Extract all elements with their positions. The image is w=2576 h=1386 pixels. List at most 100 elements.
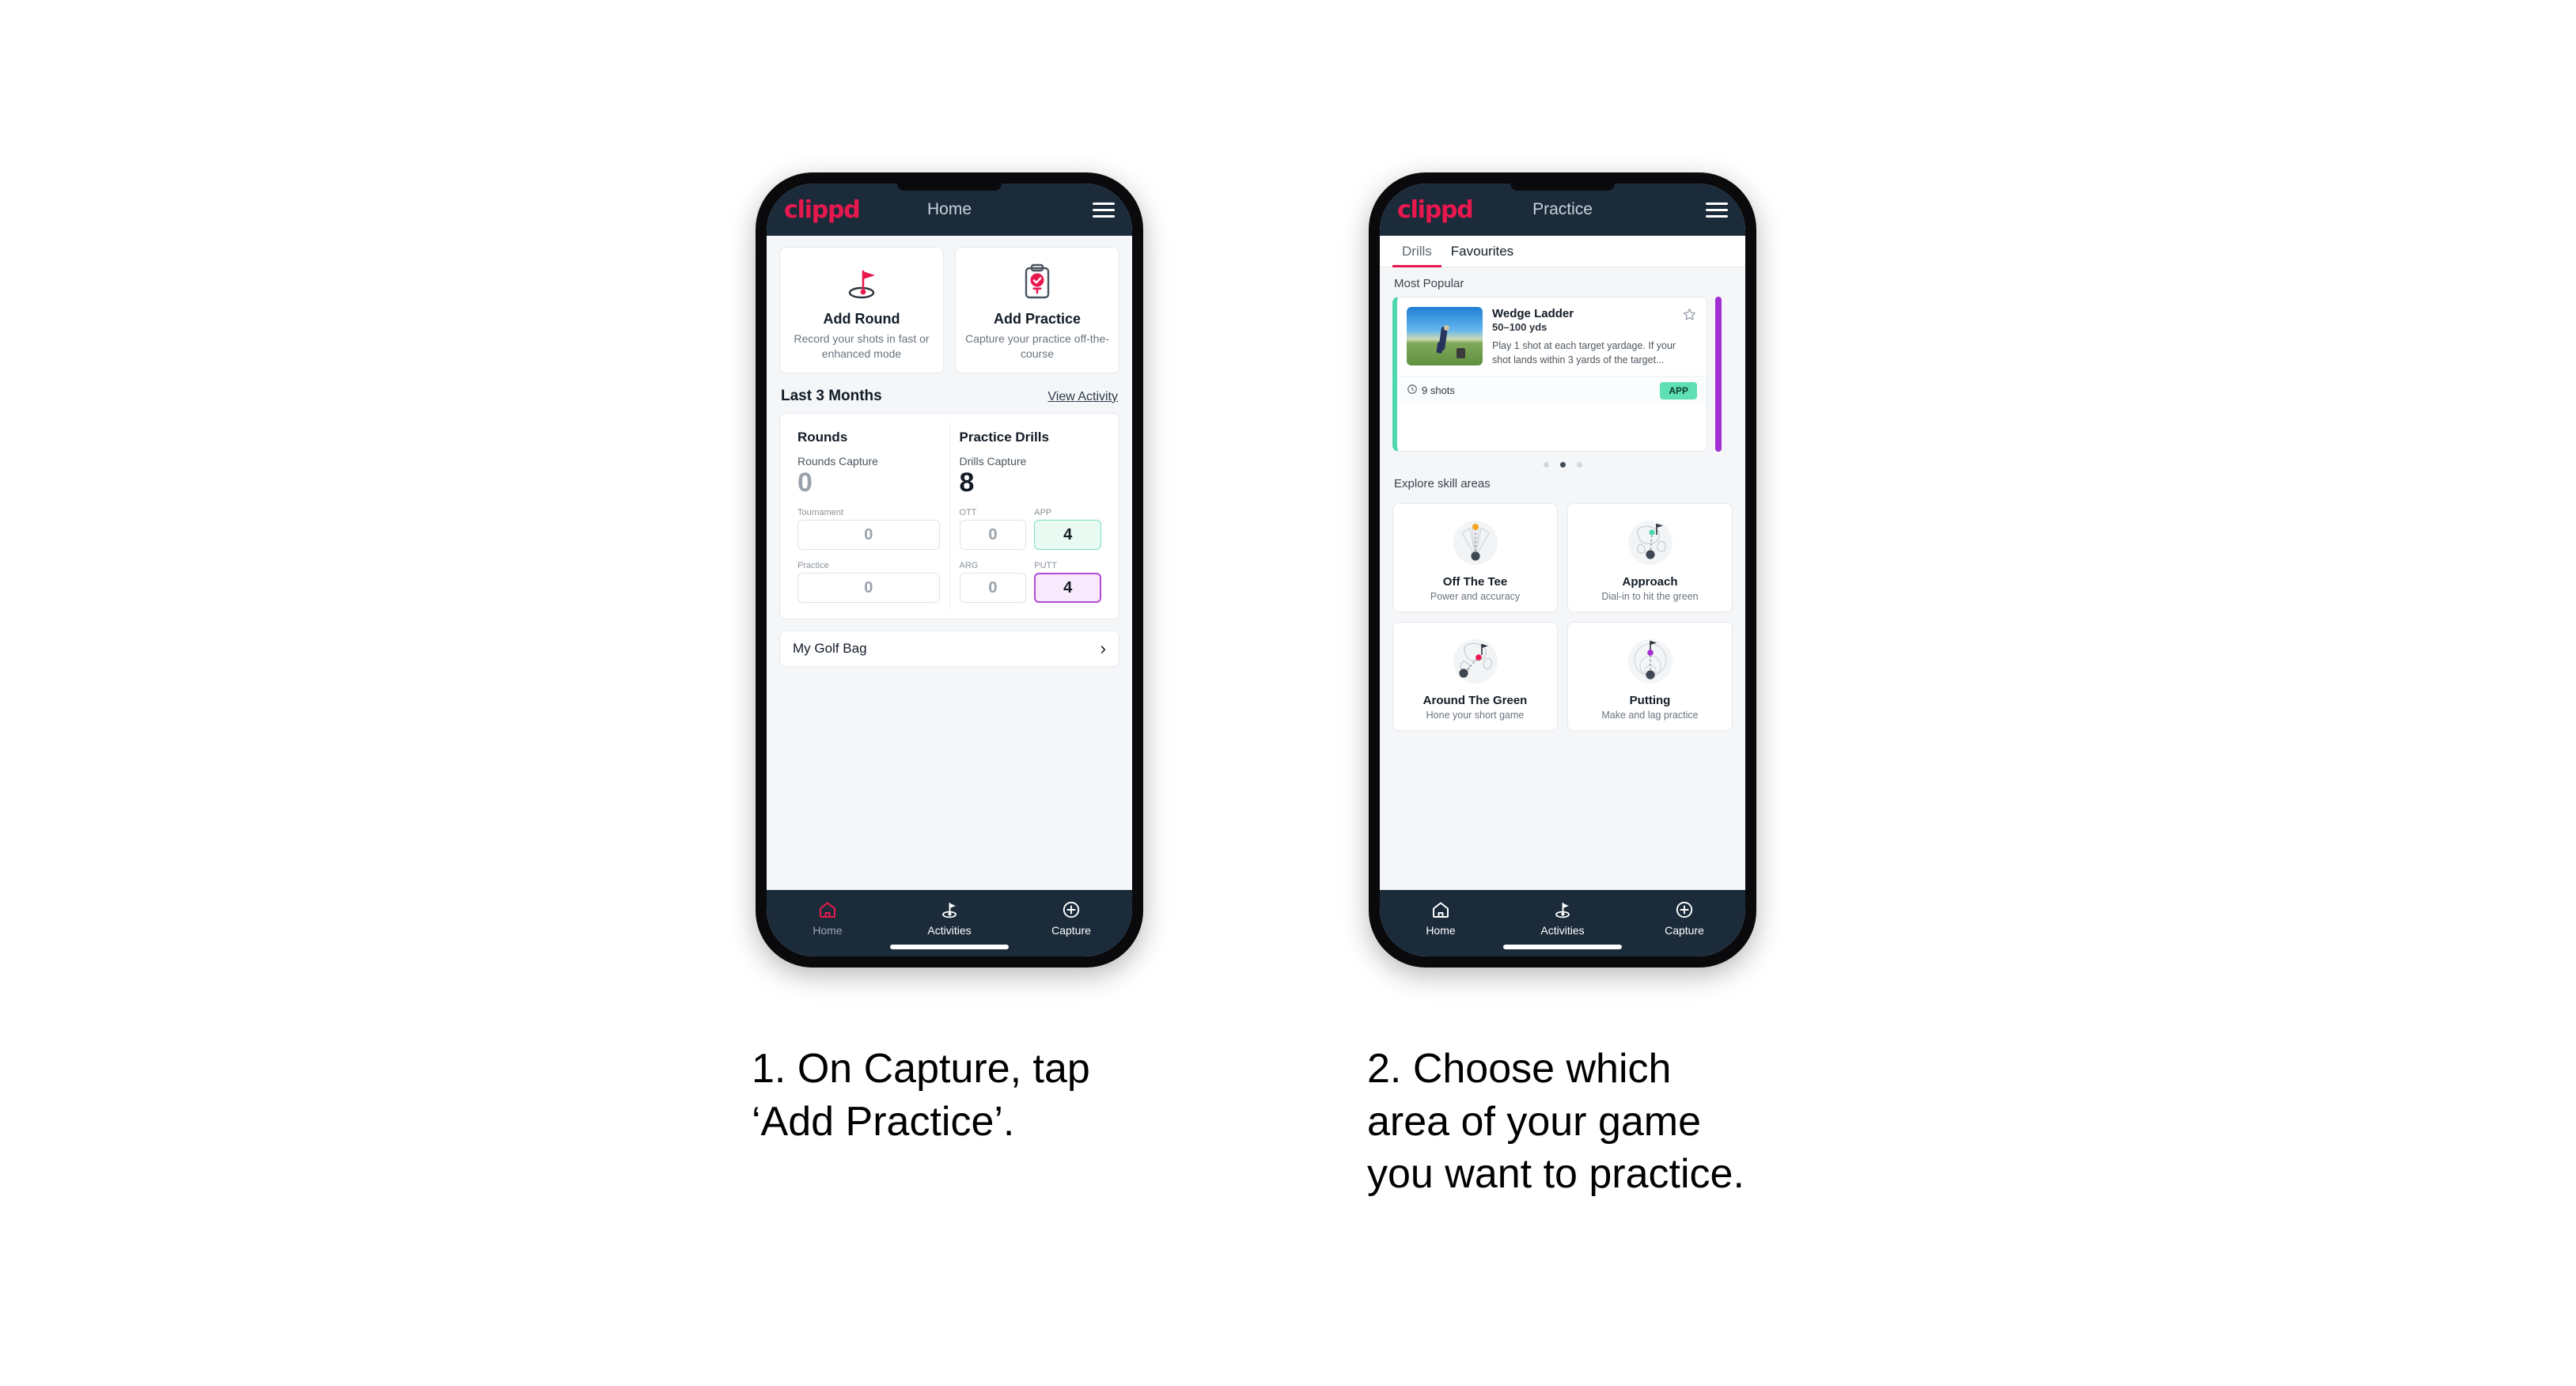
clippd-logo[interactable]: clippd	[784, 196, 861, 224]
home-icon	[767, 899, 888, 920]
skill-card-off-the-tee[interactable]: Off The Tee Power and accuracy	[1392, 503, 1558, 612]
skill-card-around-the-green[interactable]: Around The Green Hone your short game	[1392, 622, 1558, 731]
view-activity-link[interactable]: View Activity	[1047, 390, 1118, 404]
skill-subtitle: Dial-in to hit the green	[1601, 591, 1699, 602]
quick-actions-row: Add Round Record your shots in fast or e…	[767, 236, 1132, 373]
my-golf-bag-label: My Golf Bag	[793, 641, 867, 657]
drills-row-2: ARG 0 PUTT 4	[959, 561, 1101, 604]
tab-drills[interactable]: Drills	[1392, 236, 1441, 267]
skill-subtitle: Hone your short game	[1426, 710, 1525, 721]
around-the-green-icon	[1400, 632, 1551, 691]
carousel-dot-active[interactable]	[1559, 462, 1566, 468]
nav-item-capture[interactable]: Capture	[1010, 899, 1132, 937]
practice-value[interactable]: 0	[797, 573, 940, 604]
app-header-practice: clippd Practice	[1380, 184, 1745, 236]
drills-capture-value: 8	[959, 467, 975, 498]
skill-title: Off The Tee	[1442, 575, 1508, 589]
nav-item-home[interactable]: Home	[1380, 899, 1502, 937]
phone-notch	[1510, 184, 1615, 191]
carousel-dots	[1380, 452, 1745, 468]
rounds-column: Rounds Rounds Capture 0 Tournament 0 Pra…	[788, 422, 949, 612]
ott-value[interactable]: 0	[959, 520, 1027, 551]
skill-areas-grid: Off The Tee Power and accuracy Approach …	[1380, 497, 1745, 731]
phone-notch	[897, 184, 1002, 191]
section-title: Last 3 Months	[781, 387, 882, 404]
skill-card-approach[interactable]: Approach Dial-in to hit the green	[1567, 503, 1733, 612]
caption-step-2: 2. Choose which area of your game you wa…	[1367, 1046, 1744, 1198]
skill-title: Around The Green	[1422, 694, 1528, 707]
tab-favourites[interactable]: Favourites	[1441, 236, 1523, 267]
nav-item-activities[interactable]: Activities	[888, 899, 1010, 937]
hamburger-icon[interactable]	[1706, 202, 1728, 218]
star-outline-icon[interactable]	[1682, 307, 1697, 326]
my-golf-bag-row[interactable]: My Golf Bag ›	[779, 631, 1119, 668]
nav-item-activities[interactable]: Activities	[1502, 899, 1623, 937]
phone2-screen: clippd Practice Drills Favourites Most P…	[1380, 184, 1745, 956]
phone1-screen: clippd Home Add Round Record your shots …	[767, 184, 1132, 956]
practice-tabs: Drills Favourites	[1380, 236, 1745, 267]
phone-device-practice: clippd Practice Drills Favourites Most P…	[1369, 172, 1756, 968]
drills-carousel[interactable]: Wedge Ladder 50–100 yds Play 1 shot at e…	[1380, 297, 1745, 452]
shots-label: 9 shots	[1422, 384, 1455, 396]
tournament-value[interactable]: 0	[797, 520, 940, 551]
practice-field: Practice 0	[797, 561, 940, 604]
hamburger-icon[interactable]	[1093, 202, 1115, 218]
golf-flag-icon	[788, 260, 935, 305]
home-indicator-bar	[890, 945, 1009, 949]
carousel-dot[interactable]	[1576, 462, 1582, 468]
mockup-stage: clippd Home Add Round Record your shots …	[0, 0, 2576, 1386]
drill-thumbnail	[1407, 307, 1483, 365]
golfer-head	[1444, 324, 1450, 331]
add-round-card[interactable]: Add Round Record your shots in fast or e…	[779, 247, 944, 373]
nav-label-home: Home	[1426, 924, 1456, 937]
app-header-home: clippd Home	[767, 184, 1132, 236]
last-3-months-section-header: Last 3 Months View Activity	[767, 373, 1132, 413]
clipboard-check-icon	[964, 260, 1111, 305]
carousel-dot[interactable]	[1543, 462, 1549, 468]
stats-card: Rounds Rounds Capture 0 Tournament 0 Pra…	[779, 412, 1119, 620]
nav-item-capture[interactable]: Capture	[1623, 899, 1745, 937]
practice-drills-column: Practice Drills Drills Capture 8 OTT 0 A…	[949, 421, 1112, 612]
home-indicator-bar	[1503, 945, 1622, 949]
rounds-heading: Rounds	[797, 429, 848, 445]
drill-title-row: Wedge Ladder 50–100 yds	[1492, 307, 1697, 333]
add-round-subtitle: Record your shots in fast or enhanced mo…	[794, 332, 930, 360]
plus-circle-icon	[1623, 899, 1745, 920]
phone1-content: Add Round Record your shots in fast or e…	[767, 236, 1132, 890]
approach-icon	[1574, 513, 1726, 572]
nav-label-capture: Capture	[1665, 924, 1704, 937]
add-practice-subtitle: Capture your practice off-the-course	[965, 332, 1109, 360]
rounds-capture-label: Rounds Capture	[797, 454, 878, 468]
app-value[interactable]: 4	[1034, 520, 1101, 551]
rounds-capture-value: 0	[797, 467, 813, 498]
arg-label: ARG	[959, 561, 979, 571]
drill-title: Wedge Ladder	[1492, 307, 1574, 320]
drills-heading: Practice Drills	[959, 429, 1049, 445]
drill-card-wedge-ladder[interactable]: Wedge Ladder 50–100 yds Play 1 shot at e…	[1392, 297, 1707, 452]
drill-meta: Wedge Ladder 50–100 yds Play 1 shot at e…	[1492, 307, 1697, 368]
drill-yardage: 50–100 yds	[1492, 321, 1547, 333]
drill-card-footer: 9 shots APP	[1397, 375, 1707, 405]
nav-item-home[interactable]: Home	[767, 899, 888, 937]
app-field: APP 4	[1034, 508, 1101, 551]
skill-subtitle: Power and accuracy	[1430, 591, 1521, 602]
drill-card-body: Wedge Ladder 50–100 yds Play 1 shot at e…	[1397, 297, 1707, 376]
skill-card-putting[interactable]: Putting Make and lag practice	[1567, 622, 1733, 731]
add-practice-card[interactable]: Add Practice Capture your practice off-t…	[955, 247, 1119, 373]
golf-flag-icon	[888, 899, 1010, 920]
nav-label-home: Home	[813, 924, 843, 937]
chevron-right-icon: ›	[1100, 638, 1106, 659]
most-popular-label: Most Popular	[1394, 277, 1464, 290]
shots-count: 9 shots	[1407, 384, 1455, 397]
next-drill-card-peek[interactable]	[1715, 297, 1722, 452]
add-round-title: Add Round	[823, 311, 900, 327]
putt-field: PUTT 4	[1034, 561, 1101, 604]
off-the-tee-icon	[1400, 513, 1551, 572]
home-icon	[1380, 899, 1502, 920]
putt-value[interactable]: 4	[1034, 573, 1101, 604]
app-label: APP	[1034, 508, 1052, 518]
clippd-logo[interactable]: clippd	[1397, 196, 1474, 224]
arg-value[interactable]: 0	[959, 573, 1027, 604]
skill-title: Approach	[1622, 575, 1678, 589]
caption-step-1: 1. On Capture, tap ‘Add Practice’.	[752, 1046, 1090, 1145]
